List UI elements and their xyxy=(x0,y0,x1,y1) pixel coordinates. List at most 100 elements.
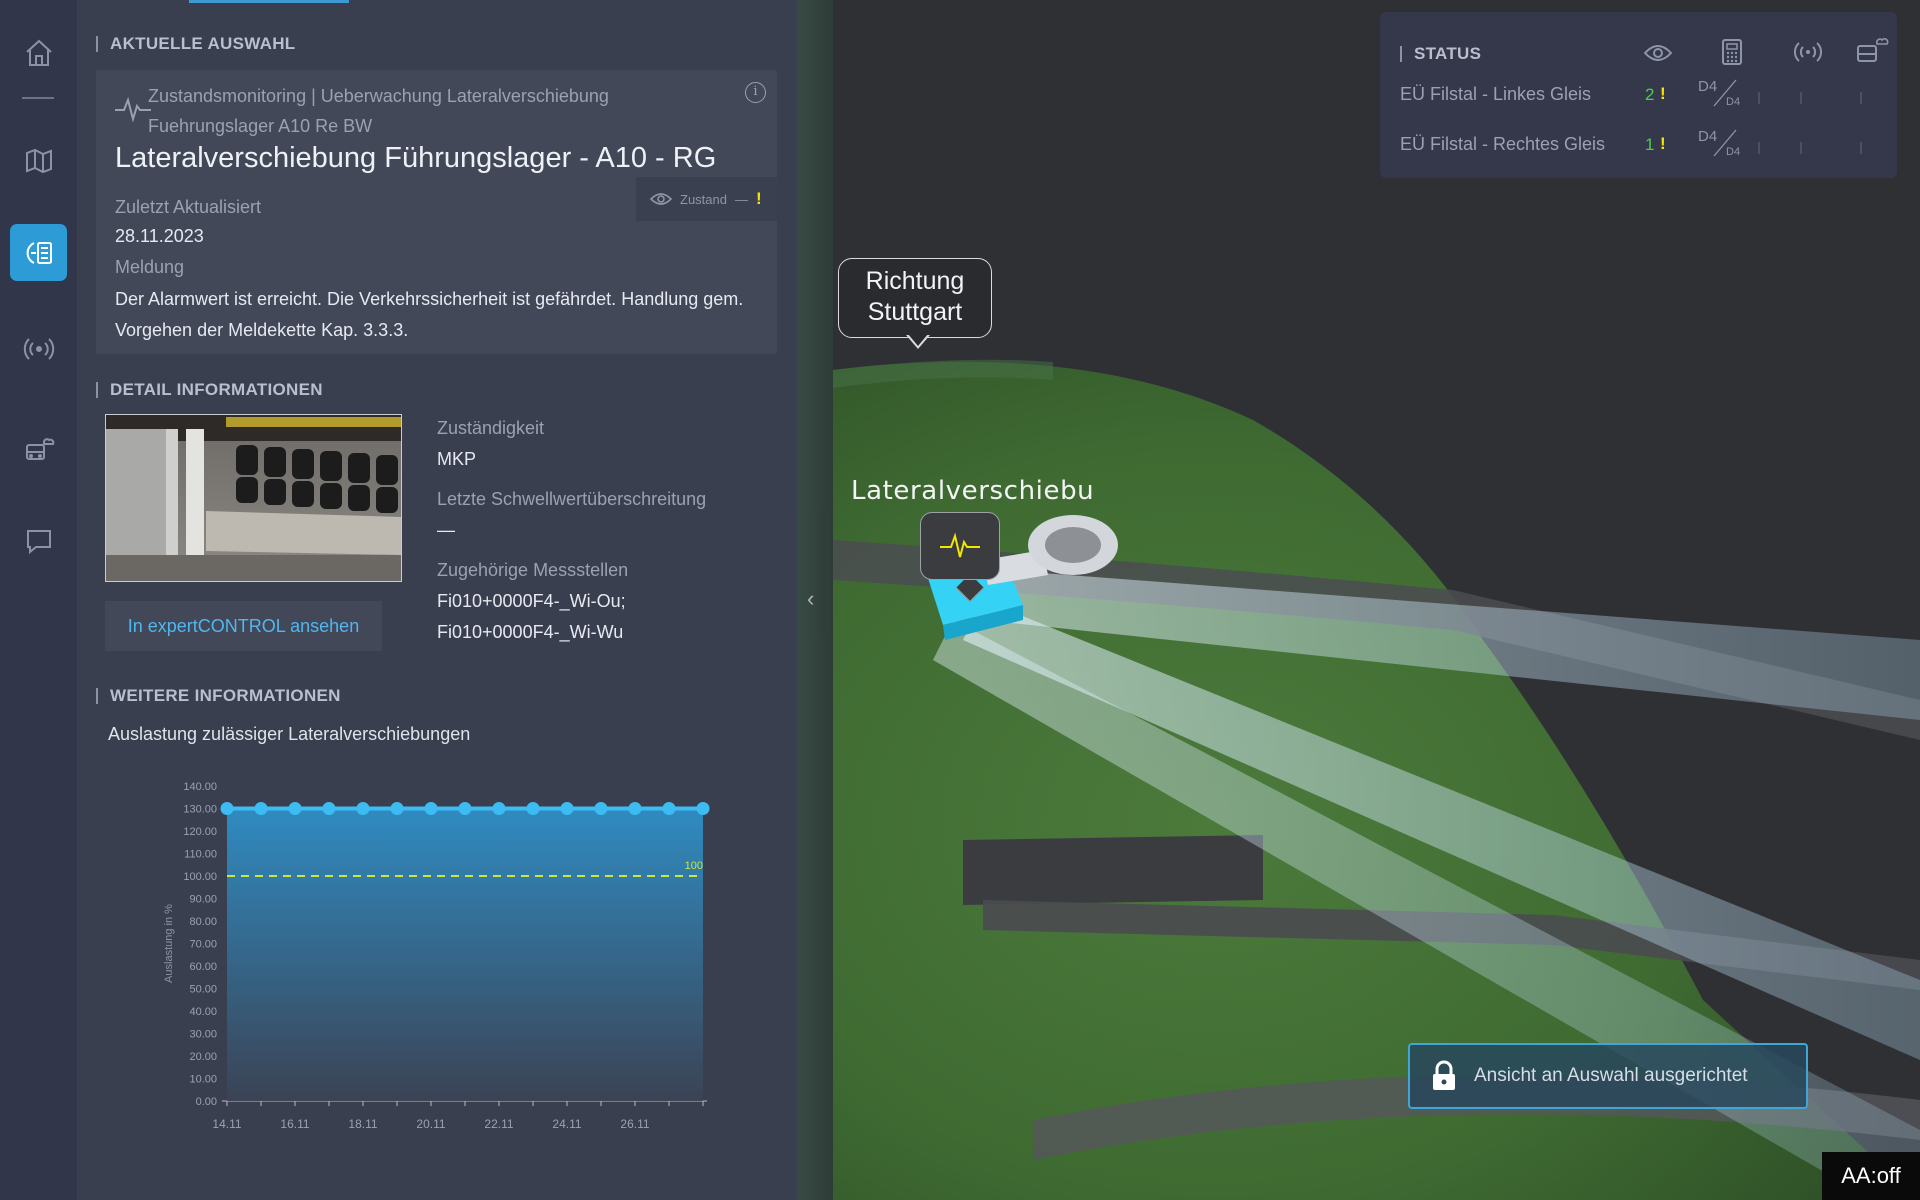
chart-caption: Auslastung zulässiger Lateralverschiebun… xyxy=(108,724,471,744)
eye-icon xyxy=(650,193,672,205)
map-icon[interactable] xyxy=(10,132,67,189)
view-lock-text: Ansicht an Auswahl ausgerichtet xyxy=(1474,1065,1748,1086)
status-row-name[interactable]: EÜ Filstal - Rechtes Gleis xyxy=(1400,134,1605,155)
calculator-icon[interactable] xyxy=(1721,38,1743,66)
selection-card: Zustandsmonitoring | Ueberwachung Latera… xyxy=(96,70,777,354)
panel-top-accent xyxy=(189,0,349,3)
data-point xyxy=(628,802,642,815)
data-point xyxy=(254,802,268,815)
3d-viewport[interactable]: STATUS EÜ Filstal - Linkes Gleis 2 ! D4 … xyxy=(833,0,1920,1200)
threshold-value: — xyxy=(437,520,455,540)
updated-value: 28.11.2023 xyxy=(115,226,204,246)
direction-callout-line-2: Stuttgart xyxy=(867,298,963,326)
status-empty-cell xyxy=(1758,142,1760,154)
signal-icon[interactable] xyxy=(10,320,67,377)
utilization-chart: 0.00 10.00 20.00 30.00 40.00 50.00 60.00 70.00 8… xyxy=(163,781,710,1131)
y-tick-label: 120.00 xyxy=(183,826,217,838)
zustand-label: Zustand xyxy=(680,191,727,207)
panel-collapse-handle[interactable]: ‹ xyxy=(797,0,833,1200)
message-label: Meldung xyxy=(115,257,185,277)
status-row-name[interactable]: EÜ Filstal - Linkes Gleis xyxy=(1400,84,1591,105)
series-area xyxy=(227,808,703,1101)
data-point xyxy=(560,802,574,815)
monitoring-icon[interactable] xyxy=(10,224,67,281)
selection-title: Lateralverschiebung Führungslager - A10 … xyxy=(115,142,717,174)
responsibility-value: MKP xyxy=(437,449,477,469)
train-cloud-icon[interactable] xyxy=(1855,32,1891,66)
threshold-label: 100 xyxy=(685,860,703,872)
data-point xyxy=(424,802,438,815)
y-tick-label: 90.00 xyxy=(189,894,217,906)
message-value: Der Alarmwert ist erreicht. Die Verkehrs… xyxy=(115,289,744,340)
pulse-icon xyxy=(940,532,980,558)
eye-icon[interactable] xyxy=(1643,42,1673,64)
x-tick-label: 16.11 xyxy=(280,1117,309,1131)
y-tick-label: 100.00 xyxy=(183,871,217,883)
data-point xyxy=(390,802,404,815)
sensor-marker[interactable] xyxy=(920,512,1000,580)
y-tick-label: 130.00 xyxy=(183,804,217,816)
status-row-warning-flag: ! xyxy=(1660,84,1666,103)
y-axis-label: Auslastung in % xyxy=(163,904,175,983)
signal-icon[interactable] xyxy=(1793,40,1823,64)
status-card: STATUS EÜ Filstal - Linkes Gleis 2 ! D4 … xyxy=(1380,12,1897,178)
x-tick-label: 24.11 xyxy=(552,1117,581,1131)
status-row-fraction-bottom: D4 xyxy=(1726,96,1741,108)
x-tick-label: 26.11 xyxy=(620,1117,649,1131)
section-title-detail: DETAIL INFORMATIONEN xyxy=(96,381,323,398)
data-point xyxy=(458,802,472,815)
lock-icon xyxy=(1433,1060,1455,1090)
data-point xyxy=(322,802,336,815)
data-point xyxy=(356,802,370,815)
section-title-further: WEITERE INFORMATIONEN xyxy=(96,687,341,704)
data-point xyxy=(220,802,234,815)
expertcontrol-button[interactable]: In expertCONTROL ansehen xyxy=(105,601,382,651)
updated-label: Zuletzt Aktualisiert xyxy=(115,197,262,217)
antialias-indicator[interactable]: AA:off xyxy=(1822,1152,1920,1200)
status-row-count: 2 xyxy=(1645,85,1655,104)
section-title-status: STATUS xyxy=(1400,45,1481,62)
y-tick-label: 0.00 xyxy=(196,1096,217,1108)
home-icon[interactable] xyxy=(10,24,67,81)
data-point xyxy=(526,802,540,815)
direction-callout: Richtung Stuttgart xyxy=(838,258,992,338)
status-empty-cell xyxy=(1758,92,1760,104)
data-point xyxy=(492,802,506,815)
3d-scene xyxy=(833,0,1920,1200)
data-point xyxy=(594,802,608,815)
x-tick-label: 18.11 xyxy=(348,1117,377,1131)
data-point xyxy=(288,802,302,815)
x-tick-label: 20.11 xyxy=(416,1117,445,1131)
measurement-point-1: Fi010+0000F4-_Wi-Ou; xyxy=(437,591,626,611)
status-empty-cell xyxy=(1860,142,1862,154)
train-cloud-icon[interactable] xyxy=(10,420,67,477)
status-row-warning-flag: ! xyxy=(1660,134,1666,153)
measurement-point-2: Fi010+0000F4-_Wi-Wu xyxy=(437,622,624,642)
data-point xyxy=(696,802,710,815)
direction-callout-line-1: Richtung xyxy=(865,267,965,295)
info-icon[interactable]: i xyxy=(745,82,766,103)
bearing-photo xyxy=(105,414,402,582)
zustand-value: — xyxy=(734,191,748,207)
measurement-points-label: Zugehörige Messstellen xyxy=(437,560,629,580)
status-empty-cell xyxy=(1860,92,1862,104)
chat-icon[interactable] xyxy=(10,512,67,569)
y-tick-label: 60.00 xyxy=(189,961,217,973)
status-empty-cell xyxy=(1800,92,1802,104)
rail-separator xyxy=(22,97,54,99)
y-tick-label: 30.00 xyxy=(189,1029,217,1041)
zustand-indicator: Zustand — ! xyxy=(636,177,777,221)
x-tick-label: 22.11 xyxy=(484,1117,513,1131)
callout-tail-inner xyxy=(908,334,928,346)
object-label: Lateralverschiebu xyxy=(851,476,1095,506)
y-tick-label: 20.00 xyxy=(189,1051,217,1063)
chevron-left-icon: ‹ xyxy=(807,586,815,611)
view-lock-notice[interactable]: Ansicht an Auswahl ausgerichtet xyxy=(1408,1043,1808,1109)
detail-panel: AKTUELLE AUSWAHL Zustandsmonitoring | Ue… xyxy=(77,0,797,1200)
y-tick-label: 140.00 xyxy=(183,781,217,793)
y-tick-label: 40.00 xyxy=(189,1006,217,1018)
y-tick-label: 80.00 xyxy=(189,916,217,928)
data-point xyxy=(662,802,676,815)
y-tick-label: 10.00 xyxy=(189,1074,217,1086)
threshold-label: Letzte Schwellwertüberschreitung xyxy=(437,489,707,509)
